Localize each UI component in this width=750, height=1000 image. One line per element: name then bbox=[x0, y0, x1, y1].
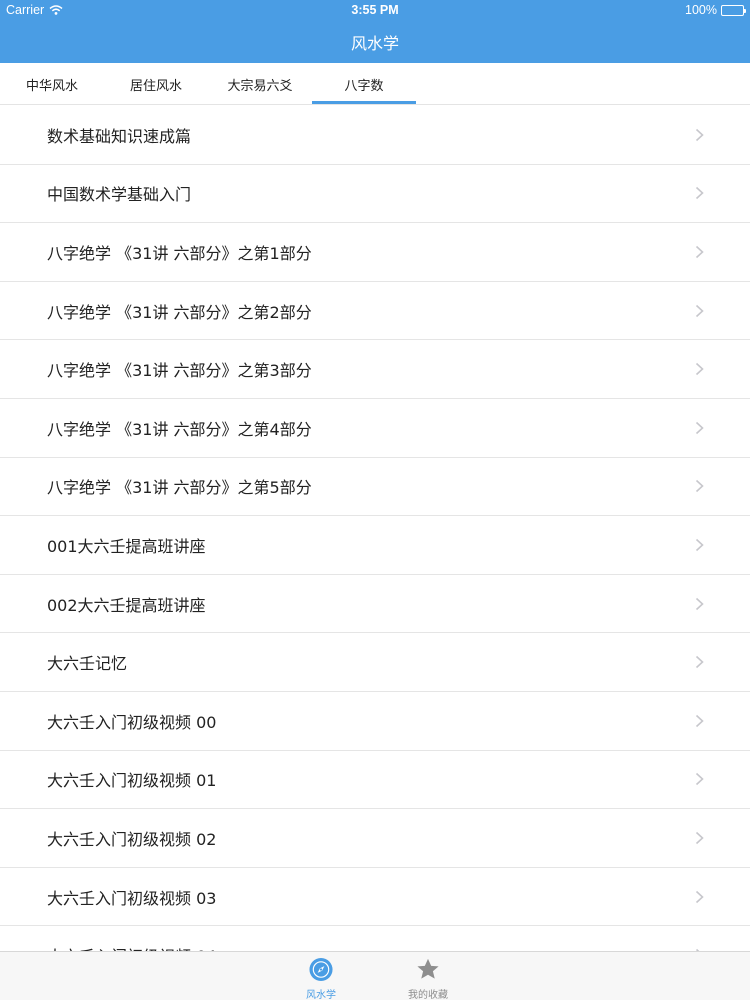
list-item-label: 大六壬入门初级视频 04 bbox=[47, 943, 216, 951]
tabbar-label-fengshuixue: 风水学 bbox=[306, 990, 336, 1000]
video-list[interactable]: 数术基础知识速成篇 中国数术学基础入门八字绝学 《31讲 六部分》之第1部分 八字绝… bbox=[0, 106, 750, 951]
chevron-right-icon bbox=[695, 890, 704, 903]
chevron-right-icon bbox=[695, 421, 704, 434]
list-item[interactable]: 001大六壬提高班讲座 bbox=[0, 516, 750, 575]
tabbar-label-favorites: 我的收藏 bbox=[408, 990, 448, 1000]
tab-selected-indicator bbox=[312, 101, 416, 104]
list-item[interactable]: 大六壬记忆 bbox=[0, 633, 750, 692]
list-item[interactable]: 八字绝学 《31讲 六部分》之第2部分 bbox=[0, 282, 750, 341]
chevron-right-icon bbox=[695, 187, 704, 200]
list-item[interactable]: 大六壬入门初级视频 01 bbox=[0, 751, 750, 810]
category-tabs: 中华风水 居住风水 大宗易六爻 八字数 bbox=[0, 63, 750, 105]
chevron-right-icon bbox=[695, 538, 704, 552]
list-item-label: 八字绝学 《31讲 六部分》之第5部分 bbox=[47, 478, 312, 498]
chevron-right-icon bbox=[695, 363, 704, 376]
list-item-label: 大六壬入门初级视频 01 bbox=[47, 771, 217, 791]
list-item[interactable]: 八字绝学 《31讲 六部分》之第1部分 bbox=[0, 223, 750, 282]
header: Carrier 3:55 PM 100% 风水学 bbox=[0, 0, 750, 63]
chevron-right-icon bbox=[695, 597, 704, 610]
chevron-right-icon bbox=[695, 656, 704, 669]
list-item[interactable]: 八字绝学 《31讲 六部分》之第5部分 bbox=[0, 458, 750, 517]
battery-percent: 100% bbox=[685, 3, 717, 17]
tab-juzhu-fengshui[interactable]: 居住风水 bbox=[104, 63, 208, 105]
page-title: 风水学 bbox=[350, 34, 399, 53]
list-item[interactable]: 002大六壬提高班讲座 bbox=[0, 575, 750, 634]
chevron-right-icon bbox=[695, 480, 704, 493]
chevron-right-icon bbox=[695, 831, 704, 845]
compass-icon bbox=[309, 957, 333, 982]
star-icon bbox=[417, 958, 439, 979]
list-item[interactable]: 八字绝学 《31讲 六部分》之第4部分 bbox=[0, 399, 750, 458]
tab-bar: 风水学 我的收藏 bbox=[0, 951, 750, 1000]
list-item-label: 数术基础知识速成篇 bbox=[47, 126, 192, 146]
list-item-label: 八字绝学 《31讲 六部分》之第4部分 bbox=[47, 419, 312, 439]
battery-icon bbox=[721, 4, 746, 16]
list-item-label: 中国数术学基础入门 bbox=[47, 185, 192, 205]
chevron-right-icon bbox=[695, 714, 704, 727]
tabbar-item-fengshuixue[interactable]: 风水学 bbox=[286, 952, 356, 1000]
status-bar: Carrier 3:55 PM 100% bbox=[0, 0, 750, 22]
list-item[interactable]: 数术基础知识速成篇 bbox=[0, 106, 750, 165]
status-time: 3:55 PM bbox=[351, 3, 399, 17]
list-item-label: 大六壬入门初级视频 02 bbox=[47, 829, 217, 849]
list-item[interactable]: 中国数术学基础入门 bbox=[0, 165, 750, 224]
list-item-label: 002大六壬提高班讲座 bbox=[47, 595, 206, 615]
battery-info: 100% bbox=[685, 3, 746, 17]
list-item[interactable]: 大六壬入门初级视频 02 bbox=[0, 809, 750, 868]
chevron-right-icon bbox=[695, 128, 704, 141]
list-item[interactable]: 大六壬入门初级视频 03 bbox=[0, 868, 750, 927]
list-item-label: 大六壬入门初级视频 00 bbox=[47, 712, 217, 732]
chevron-right-icon bbox=[695, 773, 704, 786]
chevron-right-icon bbox=[695, 304, 704, 317]
list-item-label: 001大六壬提高班讲座 bbox=[47, 536, 206, 556]
list-item[interactable]: 大六壬入门初级视频 04 bbox=[0, 926, 750, 951]
list-item-label: 八字绝学 《31讲 六部分》之第1部分 bbox=[47, 243, 312, 263]
list-item-label: 八字绝学 《31讲 六部分》之第3部分 bbox=[47, 361, 312, 381]
list-item-label: 大六壬记忆 bbox=[47, 654, 128, 674]
list-item-label: 八字绝学 《31讲 六部分》之第2部分 bbox=[47, 302, 312, 322]
tabbar-item-favorites[interactable]: 我的收藏 bbox=[393, 952, 463, 1000]
tab-bazishu[interactable]: 八字数 bbox=[312, 63, 416, 105]
tab-dazongyi-liuyao[interactable]: 大宗易六爻 bbox=[208, 63, 312, 105]
tab-zhonghua-fengshui[interactable]: 中华风水 bbox=[0, 63, 104, 105]
chevron-right-icon bbox=[695, 245, 704, 259]
list-item[interactable]: 八字绝学 《31讲 六部分》之第3部分 bbox=[0, 340, 750, 399]
list-item-label: 大六壬入门初级视频 03 bbox=[47, 888, 217, 908]
list-item[interactable]: 大六壬入门初级视频 00 bbox=[0, 692, 750, 751]
